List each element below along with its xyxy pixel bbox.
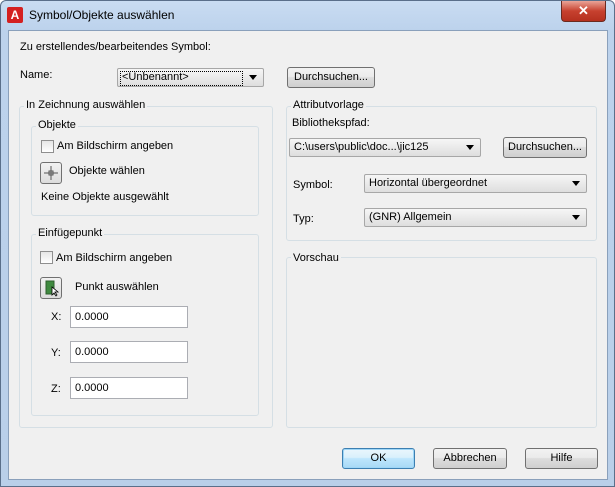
y-coordinate-value: 0.0000 — [75, 346, 109, 358]
preview-title: Vorschau — [291, 252, 341, 264]
x-label: X: — [51, 311, 62, 323]
chevron-down-icon — [572, 181, 580, 186]
insertion-point-title: Einfügepunkt — [36, 227, 105, 239]
objects-on-screen-checkbox[interactable] — [41, 140, 54, 153]
library-path-label: Bibliothekspfad: — [292, 117, 370, 129]
crosshair-icon — [44, 166, 58, 180]
type-value: (GNR) Allgemein — [369, 211, 452, 223]
z-label: Z: — [51, 383, 61, 395]
point-on-screen-checkbox[interactable] — [40, 251, 53, 264]
symbol-heading: Zu erstellendes/bearbeitendes Symbol: — [20, 41, 211, 53]
y-coordinate-input[interactable]: 0.0000 — [70, 341, 188, 363]
autocad-app-icon: A — [7, 7, 23, 23]
title-bar[interactable]: A Symbol/Objekte auswählen ✕ — [1, 1, 614, 29]
cancel-button[interactable]: Abbrechen — [433, 448, 507, 469]
pick-point-icon — [45, 280, 60, 297]
name-dropdown-value: <Unbenannt> — [122, 71, 189, 83]
name-label: Name: — [20, 69, 53, 81]
pick-point-button[interactable] — [40, 277, 62, 299]
objects-title: Objekte — [36, 119, 78, 131]
chevron-down-icon — [249, 75, 257, 80]
library-path-value: C:\users\public\doc...\jic125 — [294, 141, 429, 153]
library-path-dropdown[interactable]: C:\users\public\doc...\jic125 — [289, 138, 481, 157]
x-coordinate-value: 0.0000 — [75, 311, 109, 323]
type-dropdown[interactable]: (GNR) Allgemein — [364, 208, 587, 227]
type-label: Typ: — [293, 213, 314, 225]
window-title: Symbol/Objekte auswählen — [29, 8, 175, 22]
preview-group — [286, 257, 597, 428]
close-button[interactable]: ✕ — [561, 1, 606, 22]
select-in-drawing-title: In Zeichnung auswählen — [24, 99, 148, 111]
symbol-value: Horizontal übergeordnet — [369, 177, 488, 189]
browse-name-button[interactable]: Durchsuchen... — [287, 67, 375, 88]
select-objects-button[interactable] — [40, 162, 62, 184]
z-coordinate-value: 0.0000 — [75, 382, 109, 394]
symbol-label: Symbol: — [293, 179, 333, 191]
browse-library-button[interactable]: Durchsuchen... — [503, 137, 587, 158]
name-dropdown[interactable]: <Unbenannt> — [117, 68, 264, 87]
chevron-down-icon — [466, 145, 474, 150]
y-label: Y: — [51, 347, 61, 359]
objects-status: Keine Objekte ausgewählt — [41, 191, 169, 203]
chevron-down-icon — [572, 215, 580, 220]
point-on-screen-label[interactable]: Am Bildschirm angeben — [56, 252, 172, 264]
objects-on-screen-label[interactable]: Am Bildschirm angeben — [57, 140, 173, 152]
dialog-window: A Symbol/Objekte auswählen ✕ Zu erstelle… — [0, 0, 615, 487]
ok-button[interactable]: OK — [342, 448, 415, 469]
x-coordinate-input[interactable]: 0.0000 — [70, 306, 188, 328]
dialog-body: Zu erstellendes/bearbeitendes Symbol: Na… — [8, 30, 608, 480]
help-button[interactable]: Hilfe — [525, 448, 598, 469]
z-coordinate-input[interactable]: 0.0000 — [70, 377, 188, 399]
select-objects-label[interactable]: Objekte wählen — [69, 165, 145, 177]
symbol-dropdown[interactable]: Horizontal übergeordnet — [364, 174, 587, 193]
attribute-template-title: Attributvorlage — [291, 99, 366, 111]
pick-point-label[interactable]: Punkt auswählen — [75, 281, 159, 293]
